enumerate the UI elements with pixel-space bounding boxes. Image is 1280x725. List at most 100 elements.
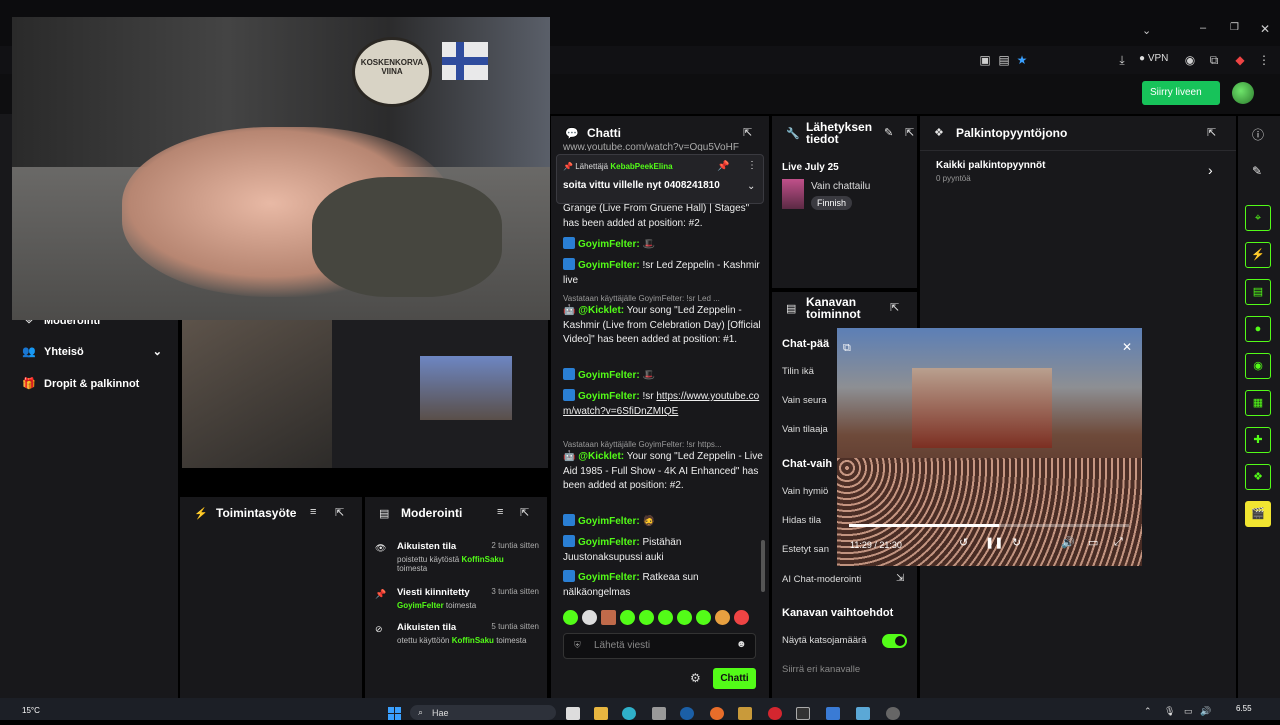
chat-username[interactable]: @Kicklet: [578, 451, 624, 462]
filter-icon[interactable]: ≡ [497, 506, 503, 518]
chat-username[interactable]: GoyimFelter: [578, 260, 640, 271]
setting-row[interactable]: Tilin ikä [782, 366, 814, 377]
chat-scrollbar[interactable] [761, 540, 765, 592]
more-icon[interactable]: ⋮ [747, 160, 757, 171]
go-live-button[interactable]: Siirry liveen [1142, 81, 1220, 105]
popout-icon[interactable]: ⇱ [743, 126, 752, 139]
picture-in-picture-video[interactable]: ⧉ ✕ 11:29 / 21:30 ↺ ❚❚ ↻ 🔊 ▭ ⤢ [837, 328, 1142, 566]
chat-username[interactable]: GoyimFelter: [578, 391, 640, 402]
minimize-icon[interactable]: – [1200, 22, 1206, 34]
emote-button[interactable] [677, 610, 692, 625]
picture-icon[interactable]: ▣ [977, 52, 993, 68]
captions-icon[interactable]: ▭ [1088, 536, 1098, 549]
close-window-icon[interactable]: ✕ [1260, 22, 1270, 36]
video-progress-bar[interactable] [849, 524, 1129, 527]
edge-icon[interactable] [622, 707, 636, 720]
setting-row[interactable]: Vain tilaaja [782, 424, 828, 435]
popout-icon[interactable]: ⇱ [335, 506, 344, 519]
extension-badge-icon[interactable]: ◆ [1232, 52, 1248, 68]
microphone-icon[interactable]: 🎙 [1164, 706, 1175, 717]
popout-icon[interactable]: ⇱ [905, 126, 914, 139]
chat-username[interactable]: GoyimFelter: [578, 239, 640, 250]
chevron-down-icon[interactable]: ⌄ [747, 181, 755, 192]
emote-button[interactable] [658, 610, 673, 625]
edit-pencil-icon[interactable]: ✎ [884, 126, 893, 139]
layers-tool-icon[interactable]: ▦ [1245, 390, 1271, 416]
emote-button[interactable] [696, 610, 711, 625]
windows-start-icon[interactable] [388, 707, 402, 720]
taskbar-clock[interactable]: 6.55 [1236, 704, 1252, 713]
file-icon[interactable] [566, 707, 580, 720]
pause-icon[interactable]: ❚❚ [985, 536, 1003, 549]
popout-icon[interactable]: ⇱ [520, 506, 529, 519]
emote-button[interactable] [563, 610, 578, 625]
pinned-user[interactable]: KebabPeekElina [610, 162, 672, 171]
folder-icon[interactable] [594, 707, 608, 720]
chat-username[interactable]: @Kicklet: [578, 305, 624, 316]
chat-username[interactable]: GoyimFelter: [578, 370, 640, 381]
info-icon[interactable]: ⓘ [1252, 126, 1264, 143]
focus-tool-icon[interactable]: ⌖ [1245, 205, 1271, 231]
mod-entry-user[interactable]: KoffinSaku [452, 636, 494, 645]
account-icon[interactable]: ◉ [1182, 52, 1198, 68]
volume-icon[interactable]: 🔊 [1200, 706, 1211, 717]
mod-entry-user[interactable]: KoffinSaku [462, 555, 504, 564]
external-link-icon[interactable]: ⇲ [896, 573, 904, 584]
setting-row[interactable]: Hidas tila [782, 515, 821, 526]
volume-icon[interactable]: 🔊 [1061, 536, 1075, 549]
app-icon[interactable] [738, 707, 752, 720]
mod-entry-user[interactable]: GoyimFelter [397, 601, 444, 610]
setting-row[interactable]: Vain seura [782, 395, 827, 406]
restore-icon[interactable]: ❐ [1230, 22, 1239, 33]
app-icon[interactable] [826, 707, 840, 720]
chat-username[interactable]: GoyimFelter: [578, 516, 640, 527]
taskbar-search[interactable]: ⌕ Hae [410, 705, 556, 720]
app-icon[interactable] [856, 707, 870, 720]
emote-button[interactable] [639, 610, 654, 625]
emoji-icon[interactable]: ☻ [736, 639, 747, 650]
close-pip-icon[interactable]: ✕ [1122, 340, 1132, 354]
pinned-message[interactable]: 📌 Lähettäjä KebabPeekElina soita vittu v… [556, 154, 764, 204]
unpin-icon[interactable]: 📌 [717, 161, 729, 172]
download-icon[interactable]: ⤓ [1114, 52, 1130, 68]
rewind-icon[interactable]: ↺ [959, 536, 968, 549]
chat-input[interactable]: ⛨ Lähetä viesti ☻ [563, 633, 756, 659]
back-to-tab-icon[interactable]: ⧉ [843, 342, 851, 355]
emote-button[interactable] [620, 610, 635, 625]
popout-icon[interactable]: ⇱ [890, 301, 899, 314]
firefox-icon[interactable] [710, 707, 724, 720]
chat-username[interactable]: GoyimFelter: [578, 537, 640, 548]
host-channel-row[interactable]: Siirrä eri kanavalle [782, 664, 860, 675]
settings-icon[interactable] [886, 707, 900, 720]
popout-icon[interactable]: ⇱ [1207, 126, 1216, 139]
viewer-count-toggle[interactable] [882, 634, 907, 648]
emote-button[interactable] [601, 610, 616, 625]
tab-list-chevron-icon[interactable]: ⌄ [1142, 24, 1151, 37]
terminal-icon[interactable] [796, 707, 810, 720]
wrench-tool-icon[interactable]: ✚ [1245, 427, 1271, 453]
forward-icon[interactable]: ↻ [1012, 536, 1021, 549]
stream-preview[interactable] [182, 320, 548, 468]
document-tool-icon[interactable]: ▤ [1245, 279, 1271, 305]
broadcast-tool-icon[interactable]: ◉ [1245, 353, 1271, 379]
screenshot-icon[interactable]: ▤ [996, 52, 1012, 68]
category-thumbnail[interactable] [782, 179, 804, 209]
vpn-button[interactable]: ● VPN [1139, 53, 1168, 64]
fullscreen-icon[interactable]: ⤢ [1114, 536, 1123, 549]
user-avatar[interactable] [1232, 82, 1254, 104]
setting-row[interactable]: Estetyt san [782, 544, 829, 555]
nav-item-community[interactable]: 👥 Yhteisö ⌄ [22, 345, 162, 359]
chat-username[interactable]: GoyimFelter: [578, 572, 640, 583]
chevron-right-icon[interactable]: › [1208, 162, 1213, 178]
chevron-up-icon[interactable]: ⌃ [1144, 706, 1152, 717]
emote-button[interactable] [582, 610, 597, 625]
opera-icon[interactable] [768, 707, 782, 720]
send-chat-button[interactable]: Chatti [713, 668, 756, 689]
edit-pencil-icon[interactable]: ✎ [1252, 164, 1262, 178]
emote-button[interactable] [734, 610, 749, 625]
nav-item-drops[interactable]: 🎁 Dropit & palkinnot [22, 377, 139, 391]
chat-tool-icon[interactable]: ● [1245, 316, 1271, 342]
stream-category[interactable]: Vain chattailu [811, 181, 870, 192]
weather-widget[interactable]: 15°C [22, 706, 40, 715]
bolt-tool-icon[interactable]: ⚡ [1245, 242, 1271, 268]
